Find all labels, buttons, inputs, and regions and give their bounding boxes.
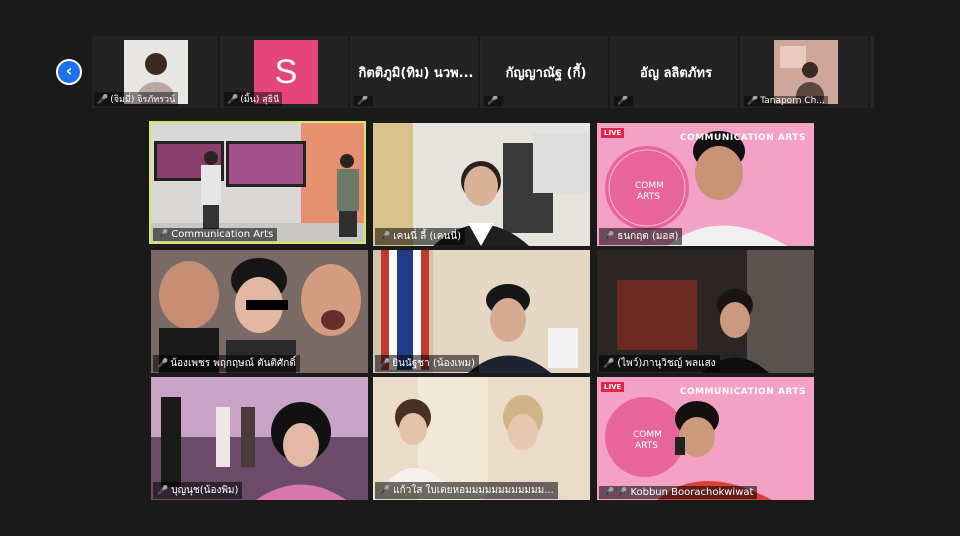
mic-muted-icon: 🎤	[747, 96, 759, 106]
live-badge: LIVE	[601, 128, 625, 138]
mic-icon: 🎤	[157, 486, 169, 496]
participant-display-name: อัญ ลลิตภัทร	[640, 66, 712, 81]
mic-icon: 🎤	[157, 230, 169, 240]
mic-muted-icon: 🎤	[617, 96, 629, 106]
mic-icon: 🎤	[379, 486, 391, 496]
mic-muted-icon: 🎤	[97, 95, 109, 105]
participant-name: บุญนุช(น้องพิม)	[171, 485, 239, 496]
video-tile-5[interactable]: 🎤 ยินนัฐชา (น้องเพม)	[373, 250, 590, 373]
svg-text:COMM: COMM	[635, 181, 664, 191]
mic-icon: 🎤	[616, 488, 628, 498]
mic-muted-icon: 🎤	[487, 96, 499, 106]
video-tile-9[interactable]: COMM ARTS LIVE COMMUNICATION ARTS 🎤 🎤 Kobb…	[597, 377, 814, 500]
video-tile-8[interactable]: 🎤 แก้วใส ใบเตยหอมมมมมมมมมมมม...	[373, 377, 590, 500]
participant-display-name: กัญญาณัฐ (กี้)	[505, 66, 587, 81]
video-tile-3[interactable]: COMM ARTS LIVE COMMUNICATION ARTS 🎤 ธนกฤต…	[597, 123, 814, 246]
participant-name: แก้วใส ใบเตยหอมมมมมมมมมมมม...	[393, 485, 554, 496]
participant-name: น้องเพชร พฤกฤษณ์ ตันติศักดิ์	[170, 358, 296, 369]
mic-muted-icon: 🎤	[357, 96, 369, 106]
participant-name: Tanaporn Ch...	[760, 96, 825, 106]
mic-icon: 🎤	[379, 232, 391, 242]
strip-participant-4[interactable]: กัญญาณัฐ (กี้) 🎤	[482, 36, 610, 108]
strip-participant-6[interactable]: 🎤 Tanaporn Ch...	[742, 36, 870, 108]
svg-text:ARTS: ARTS	[637, 192, 660, 202]
strip-participant-5[interactable]: อัญ ลลิตภัทร 🎤	[612, 36, 740, 108]
video-tile-1[interactable]: 🎤 Communication Arts	[149, 121, 366, 244]
video-tile-2[interactable]: 🎤 เคนนี่ ลี้ (เคนนี่)	[373, 123, 590, 246]
video-tile-4[interactable]: 🎤 น้องเพชร พฤกฤษณ์ ตันติศักดิ์	[151, 250, 368, 373]
mic-muted-icon: 🎤	[227, 95, 239, 105]
participant-name: Kobbun Boorachokwiwat	[630, 487, 754, 498]
mic-muted-icon: 🎤	[379, 359, 391, 369]
participant-name: (มิ้น) สุธินี	[240, 95, 280, 105]
video-tile-6[interactable]: 🎤 (ไพว์)ภานุวิชญ์ พลแสง	[597, 250, 814, 373]
participant-display-name: กิตติภูมิ(ทิม) นวพ...	[358, 66, 474, 81]
mic-icon: 🎤	[603, 359, 615, 369]
brand-logo: COMMUNICATION ARTS	[679, 387, 806, 397]
video-tile-7[interactable]: 🎤 บุญนุช(น้องพิม)	[151, 377, 368, 500]
strip-participant-3[interactable]: กิตติภูมิ(ทิม) นวพ... 🎤	[352, 36, 480, 108]
brand-logo: COMMUNICATION ARTS	[679, 133, 806, 143]
participant-name: ธนกฤต (มอส)	[617, 231, 679, 242]
participant-name: (ไพว์)ภานุวิชญ์ พลแสง	[617, 358, 716, 369]
mic-muted-icon: 🎤	[603, 488, 615, 498]
chevron-left-icon: ‹	[65, 61, 73, 80]
participant-strip: 🎤 (จิมมี่) จิรภัทรวน์ S 🎤 (มิ้น) สุธินี กิ…	[92, 36, 874, 108]
participant-name: ยินนัฐชา (น้องเพม)	[392, 358, 475, 369]
participant-name: Communication Arts	[171, 229, 274, 240]
mic-icon: 🎤	[603, 232, 615, 242]
strip-participant-1[interactable]: 🎤 (จิมมี่) จิรภัทรวน์	[92, 36, 220, 108]
participant-name: เคนนี่ ลี้ (เคนนี่)	[393, 231, 462, 242]
participant-photo	[774, 40, 838, 104]
video-feed	[151, 123, 364, 242]
live-badge: LIVE	[601, 382, 625, 392]
mic-muted-icon: 🎤	[157, 359, 169, 369]
back-button[interactable]: ‹	[56, 59, 82, 85]
strip-participant-2[interactable]: S 🎤 (มิ้น) สุธินี	[222, 36, 350, 108]
svg-text:ARTS: ARTS	[635, 441, 658, 451]
participant-name: (จิมมี่) จิรภัทรวน์	[110, 95, 176, 105]
svg-text:COMM: COMM	[633, 430, 662, 440]
